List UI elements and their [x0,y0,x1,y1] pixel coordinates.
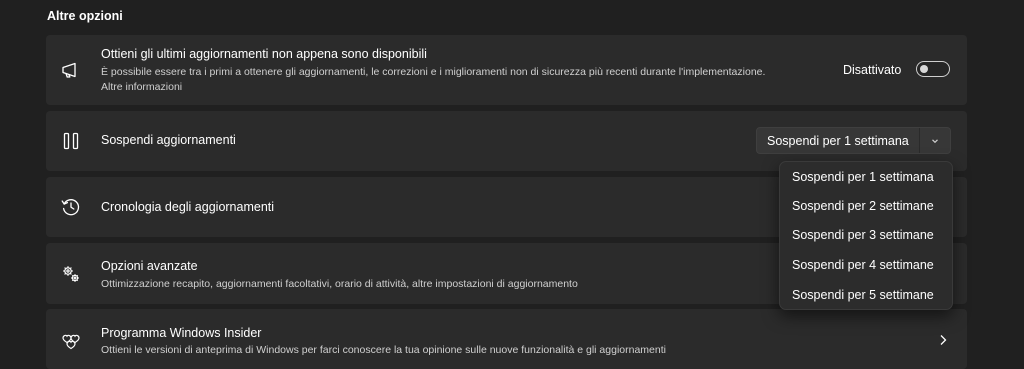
chevron-down-icon[interactable] [920,128,950,153]
insider-program-card[interactable]: Programma Windows Insider Ottieni le ver… [46,309,967,369]
toggle-knob [920,64,928,73]
dropdown-option-2-weeks[interactable]: Sospendi per 2 settimane [792,199,934,213]
insider-program-title: Programma Windows Insider [101,326,262,340]
advanced-options-description: Ottimizzazione recapito, aggiornamenti f… [101,278,578,290]
insider-hearts-icon [60,329,82,351]
dropdown-option-4-weeks[interactable]: Sospendi per 4 settimane [792,258,934,272]
megaphone-icon [60,59,82,81]
chevron-right-icon[interactable] [938,333,948,351]
pause-duration-dropdown: Sospendi per 1 settimana Sospendi per 2 … [779,161,953,310]
dropdown-option-1-week[interactable]: Sospendi per 1 settimana [792,170,934,184]
latest-updates-toggle[interactable] [916,61,950,77]
update-history-title: Cronologia degli aggiornamenti [101,200,275,214]
pause-duration-value: Sospendi per 1 settimana [767,133,909,148]
latest-updates-title: Ottieni gli ultimi aggiornamenti non app… [101,47,427,61]
pause-icon [60,130,82,152]
section-title: Altre opzioni [47,9,123,23]
latest-updates-card[interactable]: Ottieni gli ultimi aggiornamenti non app… [46,35,967,105]
toggle-state-label: Disattivato [843,63,902,77]
pause-duration-select[interactable]: Sospendi per 1 settimana [756,127,951,154]
gears-icon [60,263,82,285]
dropdown-option-3-weeks[interactable]: Sospendi per 3 settimane [792,228,934,242]
more-info-link[interactable]: Altre informazioni [101,81,182,93]
insider-program-description: Ottieni le versioni di anteprima di Wind… [101,344,666,356]
history-icon [60,196,82,218]
dropdown-option-5-weeks[interactable]: Sospendi per 5 settimane [792,288,934,302]
advanced-options-title: Opzioni avanzate [101,259,198,273]
pause-updates-title: Sospendi aggiornamenti [101,133,236,147]
latest-updates-description: È possibile essere tra i primi a ottener… [101,66,766,78]
